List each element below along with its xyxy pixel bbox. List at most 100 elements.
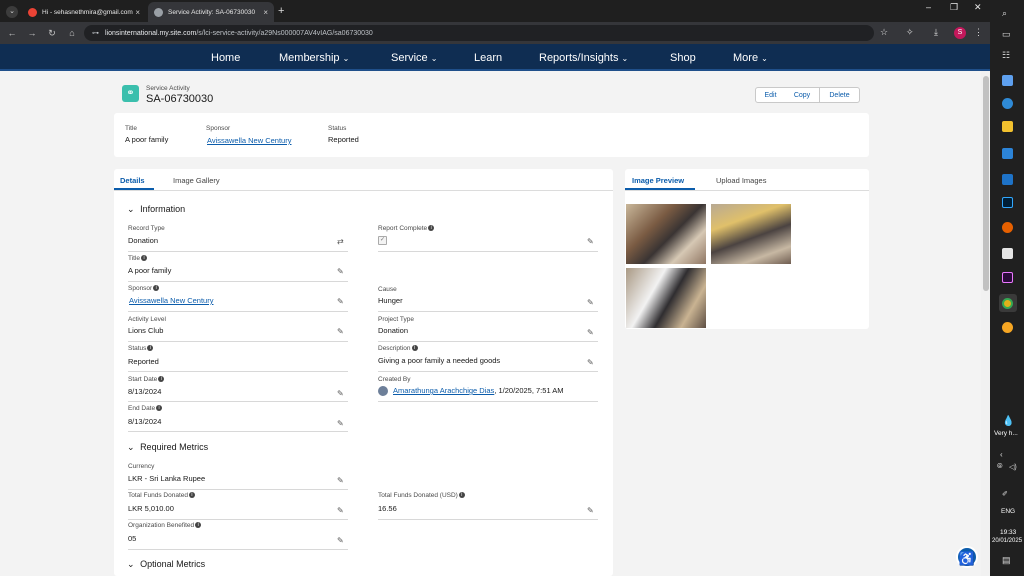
taskbar-search-icon[interactable]: ⌕ [1002, 8, 1007, 19]
file-explorer-icon[interactable] [1002, 121, 1013, 132]
highlight-sponsor-link[interactable]: Avissawella New Century [207, 136, 291, 145]
start-date-value: 8/13/2024 [128, 387, 162, 396]
close-tab-icon[interactable]: × [135, 8, 140, 17]
project-type-label: Project Type [378, 316, 415, 323]
show-hidden-icons[interactable]: ‹ [1000, 450, 1003, 459]
created-by-user-link[interactable]: Amarathunga Arachchige Dias [393, 386, 494, 395]
tab-search-icon[interactable]: ⌄ [6, 6, 18, 18]
volume-icon[interactable]: ◁) [1009, 463, 1017, 471]
information-section-toggle[interactable]: ⌄ Information [127, 204, 185, 215]
edit-pencil-icon[interactable]: ✎ [337, 536, 344, 545]
edit-pencil-icon[interactable]: ✎ [587, 328, 594, 337]
change-record-type-icon[interactable]: ⇄ [337, 237, 344, 246]
network-icon[interactable]: ⦾ [997, 463, 1003, 471]
copilot-icon[interactable] [1002, 75, 1013, 86]
edit-pencil-icon[interactable]: ✎ [337, 297, 344, 306]
new-tab-icon[interactable]: + [278, 5, 284, 17]
site-info-icon[interactable]: ⊶ [92, 29, 99, 37]
home-icon[interactable]: ⌂ [62, 28, 82, 38]
edit-pencil-icon[interactable]: ✎ [337, 419, 344, 428]
edit-pencil-icon[interactable]: ✎ [337, 327, 344, 336]
widgets-icon[interactable]: ☷ [1002, 50, 1010, 61]
cause-label: Cause [378, 286, 397, 293]
media-player-icon[interactable] [1002, 322, 1013, 333]
tab-details[interactable]: Details [120, 176, 145, 185]
required-metrics-section-toggle[interactable]: ⌄ Required Metrics [127, 442, 208, 453]
scrollbar-thumb[interactable] [983, 76, 989, 291]
browser-tab-gmail[interactable]: Hi - sehasnethmira@gmail.com × [22, 2, 146, 22]
tab-image-gallery[interactable]: Image Gallery [173, 176, 220, 185]
edit-pencil-icon[interactable]: ✎ [337, 476, 344, 485]
nav-label: Reports/Insights [539, 52, 619, 64]
info-icon[interactable]: i [458, 492, 465, 498]
nav-membership[interactable]: Membership ⌄ [279, 52, 349, 64]
edit-pencil-icon[interactable]: ✎ [337, 506, 344, 515]
activity-photo-thumbnail[interactable] [626, 204, 706, 264]
capcut-icon[interactable] [1002, 248, 1013, 259]
tab-upload-images[interactable]: Upload Images [716, 176, 766, 185]
photoshop-icon[interactable] [1002, 197, 1013, 208]
activity-photo-thumbnail[interactable] [626, 268, 706, 328]
browser-menu-icon[interactable]: ⋮ [974, 27, 983, 38]
sponsor-link[interactable]: Avissawella New Century [129, 296, 213, 305]
premiere-icon[interactable] [1002, 272, 1013, 283]
delete-button[interactable]: Delete [819, 87, 860, 103]
info-icon[interactable]: i [153, 285, 160, 291]
browser-tab-service-activity[interactable]: Service Activity: SA-06730030 × [148, 2, 274, 22]
edge-icon[interactable] [1002, 98, 1013, 109]
download-icon[interactable]: ⤓ [934, 27, 938, 38]
edit-pencil-icon[interactable]: ✎ [587, 506, 594, 515]
edit-pencil-icon[interactable]: ✎ [587, 298, 594, 307]
nav-home[interactable]: Home [211, 52, 240, 64]
info-icon[interactable]: i [195, 522, 202, 528]
mail-icon[interactable] [1002, 174, 1013, 185]
nav-service[interactable]: Service ⌄ [391, 52, 437, 64]
store-icon[interactable] [1002, 148, 1013, 159]
nav-shop[interactable]: Shop [670, 52, 696, 64]
object-label: Service Activity [146, 85, 190, 92]
profile-avatar[interactable]: S [954, 27, 966, 39]
restore-icon[interactable]: ❐ [950, 2, 958, 13]
edit-pencil-icon[interactable]: ✎ [337, 267, 344, 276]
report-complete-checkbox[interactable]: ✓ [378, 236, 387, 245]
edit-button[interactable]: Edit [755, 87, 786, 103]
clock-date[interactable]: 20/01/2025 [992, 538, 1022, 544]
chrome-icon[interactable] [1002, 298, 1013, 309]
weather-icon[interactable]: 💧 [1002, 416, 1014, 427]
info-icon[interactable]: i [411, 345, 418, 351]
forward-icon[interactable]: → [22, 28, 42, 38]
nav-learn[interactable]: Learn [474, 52, 502, 64]
info-icon[interactable]: i [158, 376, 165, 382]
language-indicator[interactable]: ENG [1001, 508, 1015, 515]
activity-photo-thumbnail[interactable] [711, 204, 791, 264]
address-bar[interactable]: ⊶ lionsinternational.my.site.com /s/lci-… [84, 25, 874, 41]
tab-image-preview[interactable]: Image Preview [632, 176, 684, 185]
extensions-icon[interactable]: ✧ [906, 27, 914, 38]
optional-metrics-section-toggle[interactable]: ⌄ Optional Metrics [127, 559, 205, 570]
label-text: Status [128, 345, 147, 352]
close-tab-icon[interactable]: × [263, 8, 268, 17]
firefox-icon[interactable] [1002, 222, 1013, 233]
bookmark-star-icon[interactable]: ☆ [880, 27, 888, 38]
notifications-icon[interactable]: ▤ [1002, 555, 1011, 566]
edit-pencil-icon[interactable]: ✎ [587, 237, 594, 246]
close-window-icon[interactable]: ✕ [974, 2, 982, 13]
info-icon[interactable]: i [156, 405, 163, 411]
clock-time[interactable]: 19:33 [1000, 529, 1016, 536]
nav-more[interactable]: More ⌄ [733, 52, 768, 64]
info-icon[interactable]: i [141, 255, 148, 261]
pen-icon[interactable]: ✐ [1002, 490, 1008, 498]
edit-pencil-icon[interactable]: ✎ [587, 358, 594, 367]
reload-icon[interactable]: ↻ [42, 28, 62, 39]
nav-reports-insights[interactable]: Reports/Insights ⌄ [539, 52, 628, 64]
minimize-icon[interactable]: – [926, 2, 931, 12]
info-icon[interactable]: i [428, 225, 435, 231]
info-icon[interactable]: i [188, 492, 195, 498]
section-heading: Information [140, 204, 186, 214]
back-icon[interactable]: ← [2, 28, 22, 38]
task-view-icon[interactable]: ▭ [1002, 29, 1011, 40]
accessibility-icon[interactable]: ♿ [956, 546, 978, 568]
info-icon[interactable]: i [147, 345, 154, 351]
copy-button[interactable]: Copy [785, 87, 820, 103]
edit-pencil-icon[interactable]: ✎ [337, 389, 344, 398]
